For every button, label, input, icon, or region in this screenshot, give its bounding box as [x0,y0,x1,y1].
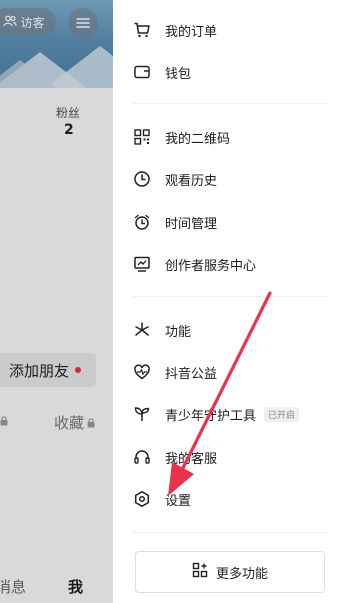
fans-label: 粉丝 [56,106,81,120]
menu-item-label: 创作者服务中心 [165,258,257,274]
menu-item-time-management[interactable]: 时间管理 [133,207,329,237]
hamburger-icon [76,14,90,33]
notification-dot [75,367,81,373]
more-features-label: 更多功能 [215,566,268,582]
qr-code-icon [133,128,151,146]
menu-item-customer-service[interactable]: 我的客服 [133,442,329,472]
visitors-icon [3,15,18,30]
menu-item-features[interactable]: 功能 [133,315,329,345]
menu-item-label: 功能 [165,324,192,340]
menu-item-label: 我的客服 [165,451,218,467]
menu-item-label: 钱包 [165,66,192,82]
menu-item-label: 观看历史 [165,173,218,189]
headset-icon [133,448,151,466]
sprout-icon [133,405,151,423]
menu-item-label: 青少年守护工具 [165,408,257,424]
app-root: 访客 粉丝 2 添加朋友 收藏 消息 我 我的订单 钱包 我的二维码 观看历史 … [0,0,349,603]
add-friend-button[interactable]: 添加朋友 [0,353,96,387]
tab-messages[interactable]: 消息 [0,576,26,597]
tab-me[interactable]: 我 [68,576,83,597]
menu-item-watch-history[interactable]: 观看历史 [133,164,329,194]
grid-plus-icon [192,562,208,582]
sparkle-icon [133,321,151,339]
divider [133,103,329,104]
fans-count[interactable]: 2 [64,122,74,138]
menu-item-label: 抖音公益 [165,366,218,382]
alarm-clock-icon [133,213,151,231]
cart-icon [133,21,151,39]
wallet-icon [133,63,151,81]
divider [133,296,329,297]
visitor-label: 访客 [20,15,45,30]
collect-tab[interactable]: 收藏 [54,412,95,433]
menu-item-creator-center[interactable]: 创作者服务中心 [133,249,329,279]
menu-item-label: 设置 [165,493,192,509]
hamburger-menu-button[interactable] [68,8,98,38]
menu-item-settings[interactable]: 设置 [133,484,329,514]
lock-icon [87,414,95,432]
side-drawer: 我的订单 钱包 我的二维码 观看历史 时间管理 创作者服务中心 功能 抖音公益 … [113,0,349,603]
add-friend-label: 添加朋友 [8,361,69,380]
menu-item-label: 时间管理 [165,216,218,232]
chart-monitor-icon [133,255,151,273]
menu-item-orders[interactable]: 我的订单 [133,15,329,45]
heart-pulse-icon [133,363,151,381]
divider [133,532,329,533]
lock-icon [0,416,8,429]
clock-icon [133,170,151,188]
collect-label: 收藏 [54,414,85,432]
more-features-button[interactable]: 更多功能 [135,551,325,593]
menu-item-wallet[interactable]: 钱包 [133,57,329,87]
status-badge: 已开启 [264,406,300,422]
menu-item-label: 我的订单 [165,24,218,40]
hexagon-gear-icon [133,490,151,508]
menu-item-qr-code[interactable]: 我的二维码 [133,122,329,152]
menu-item-douyin-charity[interactable]: 抖音公益 [133,357,329,387]
visitor-button[interactable]: 访客 [0,8,56,36]
menu-item-youth-protection[interactable]: 青少年守护工具 已开启 [133,399,329,429]
menu-item-label: 我的二维码 [165,131,231,147]
